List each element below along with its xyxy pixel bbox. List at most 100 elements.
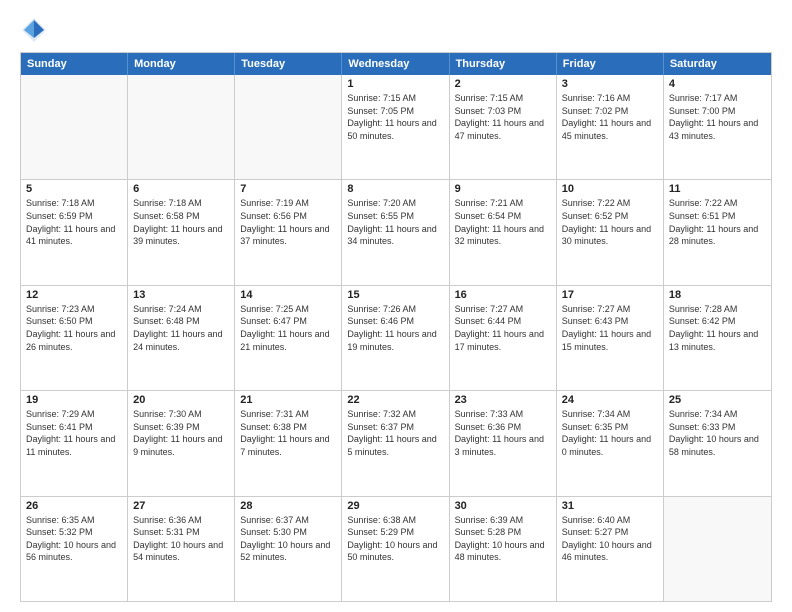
cell-info: Sunrise: 7:24 AMSunset: 6:48 PMDaylight:… [133, 303, 229, 353]
day-cell-19: 19Sunrise: 7:29 AMSunset: 6:41 PMDayligh… [21, 391, 128, 495]
daylight-label: Daylight: 10 hours and 48 minutes. [455, 540, 545, 563]
cell-info: Sunrise: 7:32 AMSunset: 6:37 PMDaylight:… [347, 408, 443, 458]
day-number: 7 [240, 183, 336, 195]
cell-info: Sunrise: 7:28 AMSunset: 6:42 PMDaylight:… [669, 303, 766, 353]
daylight-label: Daylight: 10 hours and 52 minutes. [240, 540, 330, 563]
day-number: 22 [347, 394, 443, 406]
day-cell-17: 17 Sunrise: 7:27 AMSunset: 6:43 PMDayligh… [557, 286, 664, 390]
day-cell-24: 24Sunrise: 7:34 AMSunset: 6:35 PMDayligh… [557, 391, 664, 495]
sunset-label: Sunset: 6:56 PM [240, 211, 307, 221]
sunrise-label: Sunrise: 6:39 AM [455, 515, 524, 525]
cell-info: Sunrise: 6:35 AMSunset: 5:32 PMDaylight:… [26, 514, 122, 564]
sunrise-label: Sunrise: 7:18 AM [26, 198, 95, 208]
empty-cell [664, 497, 771, 601]
sunrise-label: Sunrise: 7:24 AM [133, 304, 202, 314]
day-number: 26 [26, 500, 122, 512]
sunrise-label: Sunrise: 7:18 AM [133, 198, 202, 208]
sunrise-label: Sunrise: 7:29 AM [26, 409, 95, 419]
sunrise-label: Sunrise: 6:38 AM [347, 515, 416, 525]
cell-info: Sunrise: 7:25 AMSunset: 6:47 PMDaylight:… [240, 303, 336, 353]
sunrise-label: Sunrise: 7:15 AM [455, 93, 524, 103]
sunrise-label: Sunrise: 7:16 AM [562, 93, 631, 103]
day-number: 9 [455, 183, 551, 195]
weekday-header-monday: Monday [128, 53, 235, 75]
sunrise-label: Sunrise: 7:23 AM [26, 304, 95, 314]
sunset-label: Sunset: 5:30 PM [240, 527, 307, 537]
cell-info: Sunrise: 7:31 AMSunset: 6:38 PMDaylight:… [240, 408, 336, 458]
daylight-label: Daylight: 11 hours and 15 minutes. [562, 329, 651, 352]
sunrise-label: Sunrise: 7:15 AM [347, 93, 416, 103]
sunset-label: Sunset: 5:29 PM [347, 527, 414, 537]
cell-info: Sunrise: 7:27 AMSunset: 6:44 PMDaylight:… [455, 303, 551, 353]
daylight-label: Daylight: 11 hours and 28 minutes. [669, 224, 758, 247]
day-cell-16: 16 Sunrise: 7:27 AMSunset: 6:44 PMDayligh… [450, 286, 557, 390]
sunset-label: Sunset: 6:42 PM [669, 316, 736, 326]
day-cell-3: 3Sunrise: 7:16 AMSunset: 7:02 PMDaylight… [557, 75, 664, 179]
sunrise-label: Sunrise: 7:34 AM [562, 409, 631, 419]
calendar: SundayMondayTuesdayWednesdayThursdayFrid… [20, 52, 772, 602]
daylight-label: Daylight: 11 hours and 17 minutes. [455, 329, 544, 352]
sunrise-label: Sunrise: 7:27 AM [562, 304, 631, 314]
day-number: 1 [347, 78, 443, 90]
sunset-label: Sunset: 6:41 PM [26, 422, 93, 432]
daylight-label: Daylight: 10 hours and 46 minutes. [562, 540, 652, 563]
sunset-label: Sunset: 6:47 PM [240, 316, 307, 326]
cell-info: Sunrise: 7:15 AMSunset: 7:05 PMDaylight:… [347, 92, 443, 142]
daylight-label: Daylight: 11 hours and 5 minutes. [347, 434, 436, 457]
cell-info: Sunrise: 7:20 AMSunset: 6:55 PMDaylight:… [347, 197, 443, 247]
day-cell-4: 4Sunrise: 7:17 AMSunset: 7:00 PMDaylight… [664, 75, 771, 179]
sunrise-label: Sunrise: 7:32 AM [347, 409, 416, 419]
empty-cell [21, 75, 128, 179]
day-cell-5: 5Sunrise: 7:18 AMSunset: 6:59 PMDaylight… [21, 180, 128, 284]
day-number: 2 [455, 78, 551, 90]
calendar-body: 1 Sunrise: 7:15 AMSunset: 7:05 PMDaylight… [21, 75, 771, 601]
sunset-label: Sunset: 6:51 PM [669, 211, 736, 221]
day-cell-21: 21Sunrise: 7:31 AMSunset: 6:38 PMDayligh… [235, 391, 342, 495]
sunrise-label: Sunrise: 6:37 AM [240, 515, 309, 525]
sunrise-label: Sunrise: 7:30 AM [133, 409, 202, 419]
sunrise-label: Sunrise: 7:17 AM [669, 93, 738, 103]
cell-info: Sunrise: 7:21 AMSunset: 6:54 PMDaylight:… [455, 197, 551, 247]
day-cell-10: 10Sunrise: 7:22 AMSunset: 6:52 PMDayligh… [557, 180, 664, 284]
sunset-label: Sunset: 7:00 PM [669, 106, 736, 116]
day-cell-6: 6Sunrise: 7:18 AMSunset: 6:58 PMDaylight… [128, 180, 235, 284]
cell-info: Sunrise: 7:19 AMSunset: 6:56 PMDaylight:… [240, 197, 336, 247]
cell-info: Sunrise: 7:17 AM Sunset: 7:00 PM Daylight:… [669, 92, 766, 142]
sunrise-label: Sunrise: 7:27 AM [455, 304, 524, 314]
daylight-label: Daylight: 11 hours and 50 minutes. [347, 118, 436, 141]
day-cell-2: 2Sunrise: 7:15 AMSunset: 7:03 PMDaylight… [450, 75, 557, 179]
day-number: 17 [562, 289, 658, 301]
day-cell-29: 29 Sunrise: 6:38 AM Sunset: 5:29 PM Dayligh… [342, 497, 449, 601]
sunset-label: Sunset: 6:48 PM [133, 316, 200, 326]
day-cell-30: 30Sunrise: 6:39 AMSunset: 5:28 PMDayligh… [450, 497, 557, 601]
daylight-label: Daylight: 11 hours and 26 minutes. [26, 329, 115, 352]
daylight-label: Daylight: 11 hours and 3 minutes. [455, 434, 544, 457]
day-number: 16 [455, 289, 551, 301]
daylight-label: Daylight: 11 hours and 9 minutes. [133, 434, 222, 457]
daylight-label: Daylight: 11 hours and 32 minutes. [455, 224, 544, 247]
day-cell-25: 25Sunrise: 7:34 AMSunset: 6:33 PMDayligh… [664, 391, 771, 495]
day-cell-7: 7 Sunrise: 7:19 AMSunset: 6:56 PMDaylight… [235, 180, 342, 284]
sunset-label: Sunset: 6:55 PM [347, 211, 414, 221]
cell-info: Sunrise: 7:27 AMSunset: 6:43 PMDaylight:… [562, 303, 658, 353]
logo [20, 16, 52, 44]
sunset-label: Sunset: 7:02 PM [562, 106, 629, 116]
sunset-label: Sunset: 6:46 PM [347, 316, 414, 326]
cell-info: Sunrise: 7:16 AMSunset: 7:02 PMDaylight:… [562, 92, 658, 142]
sunrise-label: Sunrise: 7:22 AM [562, 198, 631, 208]
day-cell-28: 28Sunrise: 6:37 AMSunset: 5:30 PMDayligh… [235, 497, 342, 601]
page: SundayMondayTuesdayWednesdayThursdayFrid… [0, 0, 792, 612]
daylight-label: Daylight: 11 hours and 43 minutes. [669, 118, 758, 141]
calendar-row-0: 1 Sunrise: 7:15 AMSunset: 7:05 PMDaylight… [21, 75, 771, 179]
day-number: 29 [347, 500, 443, 512]
cell-info: Sunrise: 7:34 AMSunset: 6:35 PMDaylight:… [562, 408, 658, 458]
day-number: 11 [669, 183, 766, 195]
day-number: 19 [26, 394, 122, 406]
day-cell-9: 9 Sunrise: 7:21 AMSunset: 6:54 PMDaylight… [450, 180, 557, 284]
daylight-label: Daylight: 11 hours and 34 minutes. [347, 224, 436, 247]
sunset-label: Sunset: 5:31 PM [133, 527, 200, 537]
logo-icon [20, 16, 48, 44]
cell-info: Sunrise: 7:34 AMSunset: 6:33 PMDaylight:… [669, 408, 766, 458]
daylight-label: Daylight: 10 hours and 50 minutes. [347, 540, 437, 563]
sunset-label: Sunset: 7:03 PM [455, 106, 522, 116]
